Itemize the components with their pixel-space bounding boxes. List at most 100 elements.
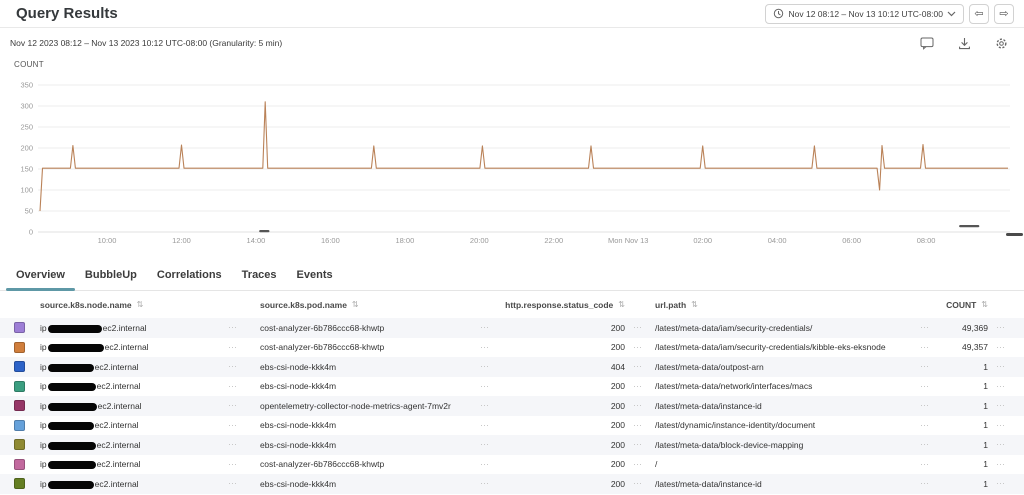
- status-code-cell: 200: [545, 455, 625, 475]
- series-swatch: [14, 478, 25, 489]
- row-menu-icon[interactable]: ⋯: [633, 396, 643, 416]
- series-swatch: [14, 439, 25, 450]
- svg-text:0: 0: [29, 228, 33, 237]
- next-time-window-button[interactable]: ⇨: [994, 4, 1014, 24]
- table-row[interactable]: ipec2.internal⋯cost-analyzer-6b786ccc68-…: [0, 455, 1024, 475]
- table-row[interactable]: ipec2.internal⋯ebs-csi-node-kkk4m⋯200⋯/l…: [0, 435, 1024, 455]
- table-row[interactable]: ipec2.internal⋯cost-analyzer-6b786ccc68-…: [0, 338, 1024, 358]
- url-path-cell: /latest/meta-data/iam/security-credentia…: [655, 318, 812, 338]
- page-title: Query Results: [16, 5, 118, 22]
- node-name-suffix: ec2.internal: [97, 381, 141, 391]
- svg-text:14:00: 14:00: [247, 236, 266, 245]
- previous-time-window-button[interactable]: ⇦: [969, 4, 989, 24]
- row-menu-icon[interactable]: ⋯: [480, 435, 490, 455]
- count-cell: 1: [880, 474, 988, 494]
- row-menu-icon[interactable]: ⋯: [996, 416, 1006, 436]
- comment-button[interactable]: [920, 37, 934, 50]
- chevron-down-icon: [947, 11, 956, 17]
- row-menu-icon[interactable]: ⋯: [480, 396, 490, 416]
- row-menu-icon[interactable]: ⋯: [228, 435, 238, 455]
- sort-icon[interactable]: ⇅: [691, 300, 698, 309]
- clock-icon: [773, 8, 784, 19]
- tab-bubbleup[interactable]: BubbleUp: [75, 263, 147, 290]
- status-code-cell: 200: [545, 416, 625, 436]
- row-menu-icon[interactable]: ⋯: [228, 396, 238, 416]
- row-menu-icon[interactable]: ⋯: [633, 377, 643, 397]
- row-menu-icon[interactable]: ⋯: [228, 416, 238, 436]
- settings-button[interactable]: [995, 37, 1008, 50]
- row-menu-icon[interactable]: ⋯: [996, 435, 1006, 455]
- redaction-bar: [48, 422, 94, 430]
- url-path-cell: /latest/meta-data/outpost-arn: [655, 357, 764, 377]
- row-menu-icon[interactable]: ⋯: [228, 338, 238, 358]
- status-code-cell: 200: [545, 377, 625, 397]
- row-menu-icon[interactable]: ⋯: [480, 474, 490, 494]
- count-cell: 1: [880, 455, 988, 475]
- svg-text:Mon Nov 13: Mon Nov 13: [608, 236, 648, 245]
- row-menu-icon[interactable]: ⋯: [480, 318, 490, 338]
- tab-overview[interactable]: Overview: [6, 263, 75, 290]
- table-row[interactable]: ipec2.internal⋯cost-analyzer-6b786ccc68-…: [0, 318, 1024, 338]
- row-menu-icon[interactable]: ⋯: [633, 338, 643, 358]
- node-name-suffix: ec2.internal: [95, 479, 139, 489]
- time-range-picker[interactable]: Nov 12 08:12 – Nov 13 10:12 UTC-08:00: [765, 4, 964, 24]
- sort-icon[interactable]: ⇅: [981, 300, 988, 309]
- count-cell: 1: [880, 396, 988, 416]
- status-code-cell: 200: [545, 396, 625, 416]
- count-cell: 1: [880, 377, 988, 397]
- row-menu-icon[interactable]: ⋯: [480, 416, 490, 436]
- row-menu-icon[interactable]: ⋯: [996, 455, 1006, 475]
- row-menu-icon[interactable]: ⋯: [228, 377, 238, 397]
- svg-text:16:00: 16:00: [321, 236, 340, 245]
- row-menu-icon[interactable]: ⋯: [996, 377, 1006, 397]
- row-menu-icon[interactable]: ⋯: [228, 455, 238, 475]
- pod-name-cell: cost-analyzer-6b786ccc68-khwtp: [260, 455, 384, 475]
- row-menu-icon[interactable]: ⋯: [996, 338, 1006, 358]
- node-name-suffix: ec2.internal: [95, 362, 139, 372]
- mini-scrollbar[interactable]: [1006, 233, 1023, 236]
- pod-name-cell: ebs-csi-node-kkk4m: [260, 474, 336, 494]
- row-menu-icon[interactable]: ⋯: [228, 318, 238, 338]
- download-button[interactable]: [958, 37, 971, 50]
- column-header-url-path: url.path ⇅: [655, 291, 698, 318]
- row-menu-icon[interactable]: ⋯: [480, 455, 490, 475]
- tab-correlations[interactable]: Correlations: [147, 263, 232, 290]
- sort-icon[interactable]: ⇅: [352, 300, 359, 309]
- row-menu-icon[interactable]: ⋯: [633, 318, 643, 338]
- table-row[interactable]: ipec2.internal⋯ebs-csi-node-kkk4m⋯200⋯/l…: [0, 377, 1024, 397]
- tab-events[interactable]: Events: [287, 263, 343, 290]
- row-menu-icon[interactable]: ⋯: [228, 474, 238, 494]
- url-path-cell: /latest/dynamic/instance-identity/docume…: [655, 416, 815, 436]
- row-menu-icon[interactable]: ⋯: [633, 416, 643, 436]
- svg-text:150: 150: [20, 165, 33, 174]
- row-menu-icon[interactable]: ⋯: [633, 435, 643, 455]
- column-header-count: COUNT ⇅: [880, 291, 988, 318]
- table-row[interactable]: ipec2.internal⋯opentelemetry-collector-n…: [0, 396, 1024, 416]
- row-menu-icon[interactable]: ⋯: [480, 357, 490, 377]
- row-menu-icon[interactable]: ⋯: [633, 357, 643, 377]
- table-row[interactable]: ipec2.internal⋯ebs-csi-node-kkk4m⋯200⋯/l…: [0, 416, 1024, 436]
- row-menu-icon[interactable]: ⋯: [633, 455, 643, 475]
- row-menu-icon[interactable]: ⋯: [996, 357, 1006, 377]
- svg-text:200: 200: [20, 144, 33, 153]
- page-header: Query Results Nov 12 08:12 – Nov 13 10:1…: [0, 0, 1024, 28]
- table-row[interactable]: ipec2.internal⋯ebs-csi-node-kkk4m⋯200⋯/l…: [0, 474, 1024, 494]
- row-menu-icon[interactable]: ⋯: [996, 474, 1006, 494]
- redaction-bar: [48, 403, 97, 411]
- table-row[interactable]: ipec2.internal⋯ebs-csi-node-kkk4m⋯404⋯/l…: [0, 357, 1024, 377]
- node-name-prefix: ip: [40, 342, 47, 352]
- pod-name-cell: ebs-csi-node-kkk4m: [260, 357, 336, 377]
- row-menu-icon[interactable]: ⋯: [480, 377, 490, 397]
- sort-icon[interactable]: ⇅: [137, 300, 144, 309]
- status-code-cell: 404: [545, 357, 625, 377]
- row-menu-icon[interactable]: ⋯: [480, 338, 490, 358]
- row-menu-icon[interactable]: ⋯: [996, 396, 1006, 416]
- series-swatch: [14, 342, 25, 353]
- row-menu-icon[interactable]: ⋯: [633, 474, 643, 494]
- count-cell: 1: [880, 357, 988, 377]
- sort-icon[interactable]: ⇅: [618, 300, 625, 309]
- row-menu-icon[interactable]: ⋯: [996, 318, 1006, 338]
- tab-traces[interactable]: Traces: [232, 263, 287, 290]
- node-name-prefix: ip: [40, 479, 47, 489]
- row-menu-icon[interactable]: ⋯: [228, 357, 238, 377]
